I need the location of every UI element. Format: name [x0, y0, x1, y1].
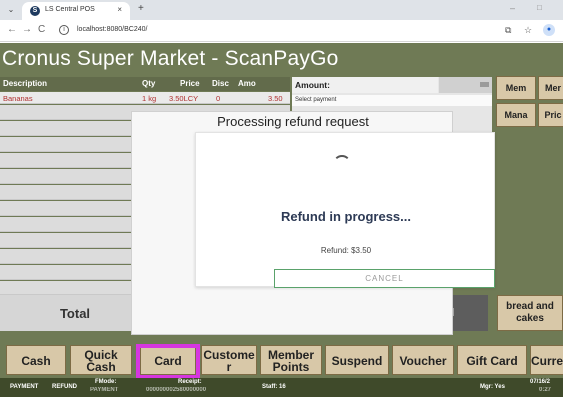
url-input[interactable]: i localhost:8080/BC240/	[55, 23, 495, 39]
back-icon[interactable]: ←	[7, 24, 17, 35]
ls-favicon-icon: S	[30, 6, 40, 16]
site-info-icon[interactable]: i	[59, 25, 69, 35]
tab-search-icon[interactable]: ⌄	[4, 3, 18, 17]
tab-close-icon[interactable]: ×	[117, 5, 122, 14]
address-bar-row: ← → C i localhost:8080/BC240/ ⧉ ☆ ●	[0, 20, 563, 42]
loading-spinner-icon	[333, 155, 351, 173]
browser-tab[interactable]: S LS Central POS ×	[22, 2, 130, 20]
new-tab-icon[interactable]: +	[138, 3, 144, 14]
refund-amount-text: Refund: $3.50	[320, 246, 372, 255]
cancel-refund-button[interactable]: CANCEL	[274, 269, 495, 288]
profile-avatar-icon[interactable]: ●	[543, 24, 555, 36]
url-text: localhost:8080/BC240/	[77, 26, 148, 33]
pos-application: Cronus Super Market - ScanPayGo Descript…	[0, 43, 563, 397]
cast-icon[interactable]: ⧉	[505, 25, 511, 36]
dialog-title: Processing refund request	[217, 114, 369, 129]
maximize-icon[interactable]: □	[537, 3, 542, 12]
modal-overlay: Processing refund request Refund in prog…	[0, 43, 563, 397]
browser-tab-strip: ⌄ S LS Central POS × + – □	[0, 0, 563, 20]
minimize-icon[interactable]: –	[510, 3, 515, 13]
reload-icon[interactable]: C	[38, 24, 45, 35]
refund-status-text: Refund in progress...	[280, 209, 411, 224]
forward-icon[interactable]: →	[22, 24, 32, 35]
bookmark-star-icon[interactable]: ☆	[524, 25, 532, 36]
refund-progress-card: Refund in progress... Refund: $3.50 CANC…	[195, 132, 495, 288]
tab-title: LS Central POS	[45, 6, 95, 13]
processing-refund-dialog: Processing refund request Refund in prog…	[131, 111, 495, 335]
